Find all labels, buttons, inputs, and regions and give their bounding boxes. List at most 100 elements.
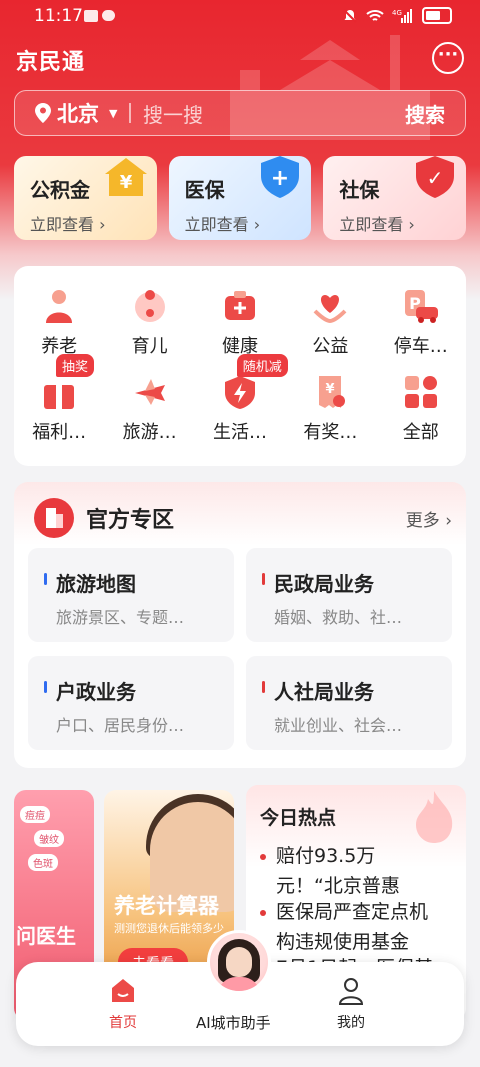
card-sub: 户口、居民身份… bbox=[56, 716, 185, 735]
card-link[interactable]: 立即查看 › bbox=[185, 211, 312, 235]
official-card-travel-map[interactable]: 旅游地图 旅游景区、专题… bbox=[28, 548, 234, 642]
battery-icon bbox=[422, 7, 452, 24]
service-label: 育儿 bbox=[131, 336, 168, 357]
card-title: 人社局业务 bbox=[274, 680, 374, 704]
more-link[interactable]: 更多 › bbox=[406, 506, 452, 531]
service-life[interactable]: 随机减 生活… bbox=[195, 354, 288, 444]
card-title: 旅游地图 bbox=[56, 572, 136, 596]
tab-mine[interactable]: 我的 bbox=[336, 976, 366, 1032]
svg-text:¥: ¥ bbox=[326, 382, 335, 397]
service-parking[interactable]: P 停车… bbox=[376, 286, 466, 358]
service-health[interactable]: 健康 bbox=[195, 286, 285, 358]
heart-hands-icon bbox=[310, 286, 350, 326]
signal-icon: 4G bbox=[392, 8, 412, 23]
promo-title: 问医生 bbox=[16, 924, 76, 948]
service-welfare[interactable]: 抽奖 福利… bbox=[14, 354, 104, 444]
tab-label: 首页 bbox=[109, 1015, 137, 1031]
official-card-household[interactable]: 户政业务 户口、居民身份… bbox=[28, 656, 234, 750]
card-title: 民政局业务 bbox=[274, 572, 374, 596]
svg-text:+: + bbox=[271, 166, 289, 191]
service-label: 全部 bbox=[402, 422, 439, 443]
svg-text:¥: ¥ bbox=[119, 172, 132, 193]
service-all[interactable]: 全部 bbox=[376, 372, 466, 444]
divider bbox=[129, 103, 131, 123]
service-invoice-prize[interactable]: ¥ 有奖… bbox=[285, 372, 375, 444]
status-bar: 11:17 4G bbox=[0, 0, 480, 34]
service-childcare[interactable]: 育儿 bbox=[104, 286, 194, 358]
receipt-award-icon: ¥ bbox=[310, 372, 350, 412]
search-bar[interactable]: 北京 ▼ 搜一搜 搜索 bbox=[14, 90, 466, 136]
yuan-house-icon: ¥ bbox=[104, 158, 147, 196]
accent-bar bbox=[262, 681, 265, 693]
service-travel[interactable]: 旅游… bbox=[104, 372, 194, 444]
service-label: 停车… bbox=[393, 336, 448, 357]
person-icon bbox=[338, 978, 364, 1005]
accent-bar bbox=[262, 573, 265, 585]
accent-bar bbox=[44, 573, 47, 585]
wifi-icon bbox=[366, 9, 384, 21]
card-sub: 旅游景区、专题… bbox=[56, 608, 185, 627]
promo-title: 养老计算器 bbox=[114, 894, 219, 918]
tag-pill: 痘痘 bbox=[20, 806, 50, 823]
plane-icon bbox=[130, 372, 170, 412]
service-label: 福利… bbox=[32, 422, 87, 443]
bullet-dot bbox=[260, 853, 266, 860]
tab-label: AI城市助手 bbox=[196, 1014, 271, 1032]
app-title: 京民通 bbox=[16, 50, 86, 75]
svg-text:✓: ✓ bbox=[427, 166, 444, 190]
card-sub: 婚姻、救助、社… bbox=[274, 608, 403, 627]
fire-icon bbox=[416, 791, 453, 843]
ai-assistant-avatar[interactable] bbox=[207, 930, 271, 994]
services-panel: 养老 育儿 健康 公益 P 停车… 抽奖 福利… 旅游… 随机减 生活… ¥ 有… bbox=[14, 266, 466, 466]
avatar-face bbox=[226, 947, 252, 977]
baby-icon bbox=[130, 286, 170, 326]
building-icon bbox=[34, 498, 74, 538]
home-icon bbox=[112, 979, 134, 1002]
section-title: 官方专区 bbox=[86, 508, 175, 533]
search-input[interactable]: 搜一搜 bbox=[143, 99, 405, 128]
check-shield-icon: ✓ bbox=[416, 156, 455, 198]
tab-home[interactable]: 首页 bbox=[108, 976, 138, 1032]
official-card-civil-affairs[interactable]: 民政局业务 婚姻、救助、社… bbox=[246, 548, 452, 642]
chevron-down-icon[interactable]: ▼ bbox=[109, 107, 117, 120]
hot-item-text: 医保局严查定点机 bbox=[276, 901, 429, 923]
card-link[interactable]: 立即查看 › bbox=[30, 211, 157, 235]
tag-pill: 皱纹 bbox=[34, 830, 64, 847]
location-pin-icon bbox=[35, 103, 51, 123]
promo-sub: 测测您退休后能领多少 bbox=[114, 922, 224, 935]
official-zone: 官方专区 更多 › 旅游地图 旅游景区、专题… 民政局业务 婚姻、救助、社… 户… bbox=[14, 482, 466, 768]
bolt-shield-icon bbox=[220, 372, 260, 412]
hot-item[interactable]: 医保局严查定点机 构违规使用基金 bbox=[260, 897, 428, 957]
grid-icon bbox=[401, 372, 441, 412]
message-button[interactable]: ··· bbox=[432, 42, 464, 74]
gift-icon bbox=[39, 372, 79, 412]
search-button[interactable]: 搜索 bbox=[405, 99, 445, 128]
quick-cards: 公积金 立即查看 › ¥ 医保 立即查看 › + 社保 立即查看 › ✓ bbox=[14, 156, 467, 240]
city-selector[interactable]: 北京 bbox=[57, 98, 99, 128]
service-charity[interactable]: 公益 bbox=[285, 286, 375, 358]
elderly-icon bbox=[39, 286, 79, 326]
services-grid: 养老 育儿 健康 公益 P 停车… 抽奖 福利… 旅游… 随机减 生活… ¥ 有… bbox=[14, 286, 466, 444]
parking-car-icon: P bbox=[401, 286, 441, 326]
svg-text:4G: 4G bbox=[392, 9, 402, 17]
card-medical-insurance[interactable]: 医保 立即查看 › + bbox=[168, 156, 312, 240]
tab-ai-assistant[interactable]: AI城市助手 bbox=[196, 1006, 271, 1033]
hot-item-text: 赔付93.5万 bbox=[276, 845, 376, 867]
card-housing-fund[interactable]: 公积金 立即查看 › ¥ bbox=[14, 156, 157, 240]
medical-kit-icon bbox=[220, 286, 260, 326]
card-sub: 就业创业、社会… bbox=[274, 716, 403, 735]
clock: 11:17 bbox=[34, 6, 83, 26]
hot-title: 今日热点 bbox=[260, 807, 337, 829]
card-social-security[interactable]: 社保 立即查看 › ✓ bbox=[323, 156, 467, 240]
bullet-dot bbox=[260, 909, 266, 916]
hot-item[interactable]: 赔付93.5万 元！“北京普惠 bbox=[260, 841, 400, 901]
official-card-hr-social[interactable]: 人社局业务 就业创业、社会… bbox=[246, 656, 452, 750]
mute-bell-icon bbox=[343, 8, 357, 23]
lottery-tag: 抽奖 bbox=[56, 354, 95, 377]
notification-icon bbox=[84, 10, 98, 22]
tab-label: 我的 bbox=[337, 1015, 365, 1031]
tag-pill: 色斑 bbox=[28, 854, 58, 871]
service-elderly[interactable]: 养老 bbox=[14, 286, 104, 358]
card-link[interactable]: 立即查看 › bbox=[339, 211, 466, 235]
card-title: 户政业务 bbox=[56, 680, 136, 704]
